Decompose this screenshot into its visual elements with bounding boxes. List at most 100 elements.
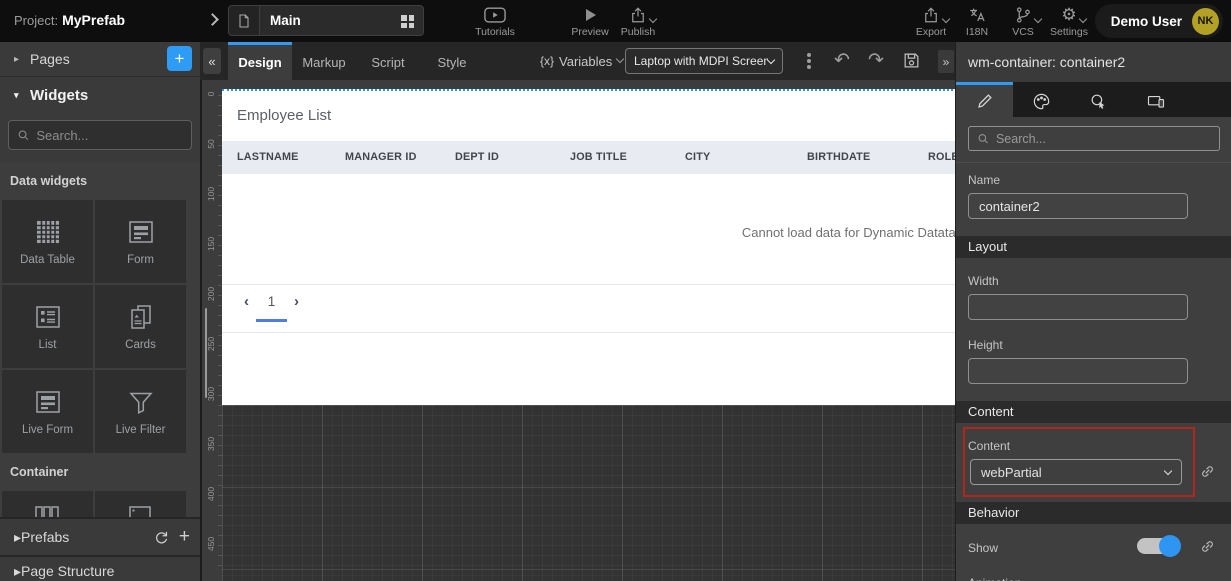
sidebar-section-pages[interactable]: ▸ Pages + xyxy=(0,42,200,76)
section-behavior[interactable]: Behavior xyxy=(956,502,1231,524)
tab-style[interactable]: Style xyxy=(420,42,484,80)
show-toggle[interactable] xyxy=(1137,538,1179,554)
settings-button[interactable]: ⚙ Settings xyxy=(1041,5,1097,38)
cards-icon xyxy=(126,302,156,332)
tab-events[interactable] xyxy=(1070,82,1127,117)
bind-link-icon[interactable] xyxy=(1199,463,1216,480)
add-prefab-button[interactable]: + xyxy=(179,526,190,548)
palette-icon xyxy=(1032,92,1051,111)
pencil-icon xyxy=(976,92,994,110)
publish-icon xyxy=(629,5,647,24)
ruler-tick: 250 xyxy=(206,333,216,355)
export-label: Export xyxy=(916,26,946,38)
add-page-button[interactable]: + xyxy=(167,46,192,71)
width-field[interactable] xyxy=(968,294,1188,320)
section-content[interactable]: Content xyxy=(956,401,1231,423)
tab-design[interactable]: Design xyxy=(228,42,292,80)
tab-styles[interactable] xyxy=(1013,82,1070,117)
page-preview[interactable]: Employee List LASTNAME MANAGER ID DEPT I… xyxy=(222,89,957,405)
kebab-menu-icon[interactable] xyxy=(804,51,814,71)
vcs-label: VCS xyxy=(1012,26,1034,38)
widget-tile-live-filter[interactable]: Live Filter xyxy=(95,370,186,453)
chevron-down-icon xyxy=(1078,15,1086,23)
active-page-tab[interactable]: Main xyxy=(260,5,424,36)
caret-right-icon: ▸ xyxy=(14,563,21,580)
datatable-header-row[interactable]: LASTNAME MANAGER ID DEPT ID JOB TITLE CI… xyxy=(222,141,957,174)
section-layout[interactable]: Layout xyxy=(956,236,1231,258)
column-birthdate[interactable]: BIRTHDATE xyxy=(807,141,870,174)
property-search[interactable] xyxy=(968,126,1220,151)
user-menu[interactable]: Demo User NK xyxy=(1095,4,1223,38)
studio-app: Project:MyPrefab Main Tutorials Preview … xyxy=(0,0,1231,581)
widget-tile-clipped-columns[interactable] xyxy=(2,491,93,518)
topbar: Project:MyPrefab Main Tutorials Preview … xyxy=(0,0,1231,42)
caret-right-icon: ▸ xyxy=(14,54,30,65)
widget-tile-list[interactable]: List xyxy=(2,285,93,368)
sidebar-section-prefabs[interactable]: ▸ Prefabs + xyxy=(0,519,200,555)
grid-icon[interactable] xyxy=(401,15,414,28)
column-role[interactable]: ROLE xyxy=(928,141,957,174)
user-name: Demo User xyxy=(1111,14,1182,29)
tab-devices[interactable] xyxy=(1127,82,1184,117)
widget-search-input[interactable] xyxy=(36,128,183,143)
variables-button[interactable]: {x} Variables xyxy=(540,42,623,80)
sidebar-section-page-structure[interactable]: ▸ Page Structure xyxy=(0,558,200,581)
widget-tile-data-table[interactable]: Data Table xyxy=(2,200,93,283)
tab-markup[interactable]: Markup xyxy=(292,42,356,80)
column-city[interactable]: CITY xyxy=(685,141,710,174)
save-button[interactable] xyxy=(902,51,921,70)
canvas-scrollbar[interactable] xyxy=(205,308,207,398)
editor-toolbar: « Design Markup Script Style {x} Variabl… xyxy=(200,42,955,80)
height-field[interactable] xyxy=(968,358,1188,384)
chevron-down-icon xyxy=(616,55,624,63)
canvas-grid-background[interactable] xyxy=(222,405,957,581)
sidebar-section-widgets[interactable]: ▾ Widgets xyxy=(0,77,200,113)
search-icon xyxy=(17,128,29,142)
publish-button[interactable]: Publish xyxy=(610,5,666,38)
property-search-input[interactable] xyxy=(996,131,1211,146)
floppy-save-icon xyxy=(902,51,921,70)
widget-tile-live-form[interactable]: Live Form xyxy=(2,370,93,453)
bind-link-icon[interactable] xyxy=(1199,538,1216,555)
search-icon xyxy=(977,132,989,145)
export-icon xyxy=(922,5,940,24)
page-tab-label: Main xyxy=(270,13,301,28)
chevron-right-icon[interactable] xyxy=(206,13,219,26)
page-structure-label: Page Structure xyxy=(21,563,114,579)
undo-button[interactable]: ↶ xyxy=(834,48,850,74)
widgets-list: Data widgets Data Table Form List Cards xyxy=(0,162,200,517)
column-job-title[interactable]: JOB TITLE xyxy=(570,141,627,174)
widget-tile-form[interactable]: Form xyxy=(95,200,186,283)
column-manager-id[interactable]: MANAGER ID xyxy=(345,141,417,174)
collapse-sidebar-button[interactable]: « xyxy=(203,48,221,74)
avatar: NK xyxy=(1192,8,1219,35)
expand-panel-button[interactable]: » xyxy=(938,50,954,73)
group-container: Container xyxy=(0,453,200,491)
tab-properties[interactable] xyxy=(956,82,1013,117)
widget-tile-clipped-container[interactable] xyxy=(95,491,186,518)
pagination-next-button[interactable]: › xyxy=(294,293,299,310)
device-selector[interactable]: Laptop with MDPI Screen xyxy=(625,48,783,74)
widget-tile-cards[interactable]: Cards xyxy=(95,285,186,368)
column-lastname[interactable]: LASTNAME xyxy=(237,141,299,174)
document-icon xyxy=(236,12,252,30)
name-field[interactable] xyxy=(968,193,1188,219)
divider xyxy=(222,284,957,285)
redo-button[interactable]: ↷ xyxy=(868,48,884,74)
content-field-label: Content xyxy=(968,439,1010,453)
column-dept-id[interactable]: DEPT ID xyxy=(455,141,499,174)
tutorials-button[interactable]: Tutorials xyxy=(467,5,523,38)
content-select[interactable]: webPartial xyxy=(970,459,1182,485)
i18n-label: I18N xyxy=(966,26,988,38)
pages-label: Pages xyxy=(30,51,70,67)
settings-label: Settings xyxy=(1050,26,1088,38)
tab-script[interactable]: Script xyxy=(356,42,420,80)
widgets-label: Widgets xyxy=(30,87,88,104)
group-data-widgets: Data widgets xyxy=(0,162,200,200)
datatable-title[interactable]: Employee List xyxy=(237,107,331,124)
pagination-prev-button[interactable]: ‹ xyxy=(244,293,249,310)
refresh-icon[interactable] xyxy=(153,529,170,546)
page-doc-button[interactable] xyxy=(228,5,260,36)
pagination-page-number[interactable]: 1 xyxy=(256,294,287,309)
widget-search[interactable] xyxy=(8,120,192,150)
